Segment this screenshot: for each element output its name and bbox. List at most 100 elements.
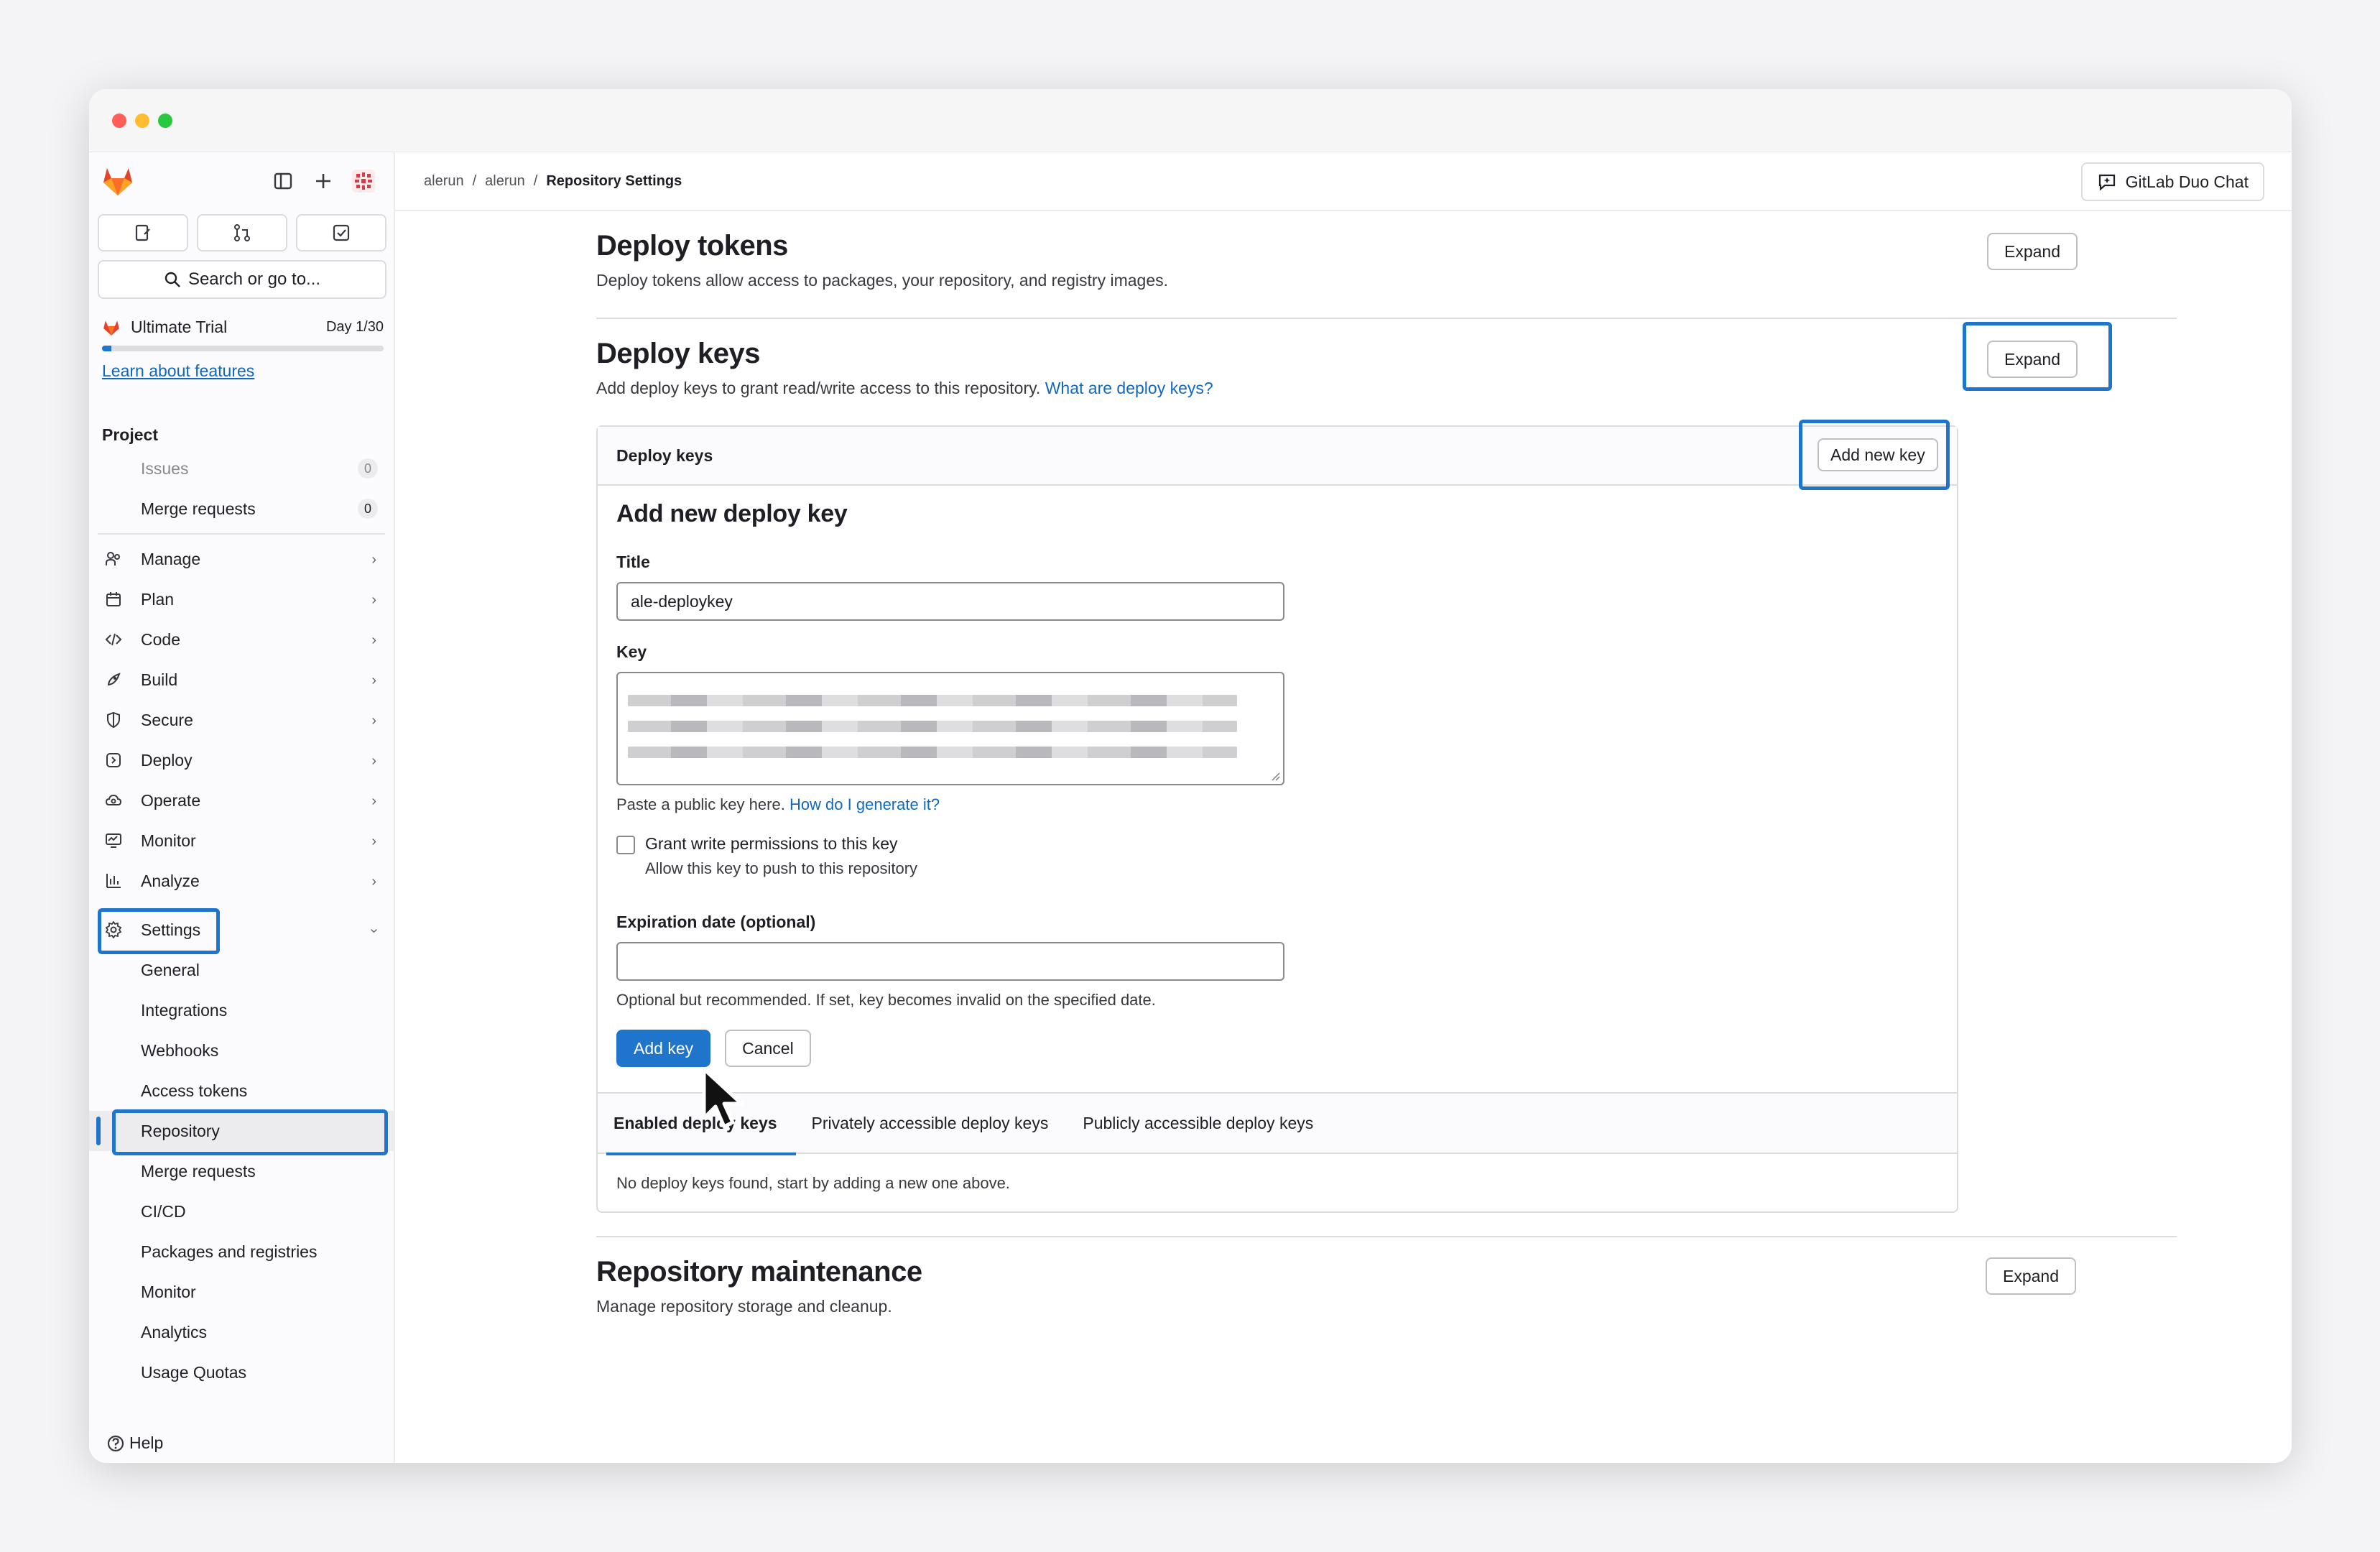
how-to-generate-link[interactable]: How do I generate it? [790,795,940,813]
sidebar-divider [98,533,385,535]
trial-widget: Ultimate Trial Day 1/30 Learn about feat… [102,318,384,381]
sidebar-item-plan[interactable]: Plan › [89,579,394,619]
merge-requests-count-badge: 0 [358,499,378,519]
issues-count-badge: 0 [358,458,378,479]
sidebar-item-label: Analyze [141,871,200,890]
user-avatar-icon[interactable] [349,167,378,195]
sidebar-item-label: Build [141,670,178,689]
deploy-keys-description: Add deploy keys to grant read/write acce… [596,379,1213,397]
todo-list-button[interactable] [296,214,386,251]
sidebar-item-deploy[interactable]: Deploy › [89,740,394,780]
sidebar-item-analyze[interactable]: Analyze › [89,861,394,901]
project-section-label: Project [102,425,158,444]
merge-request-icon [234,224,250,241]
settings-item-monitor[interactable]: Monitor [89,1272,394,1312]
sidebar-item-label: Issues [141,458,189,478]
write-permission-checkbox[interactable] [616,836,635,854]
chevron-right-icon: › [371,793,376,809]
help-button[interactable]: Help [106,1433,163,1453]
add-key-button[interactable]: Add key [616,1030,711,1067]
sidebar-toggle-icon[interactable] [269,167,297,195]
search-label: Search or go to... [187,269,321,289]
minimize-window-button[interactable] [135,114,149,128]
sidebar-item-label: Manage [141,549,201,568]
create-new-icon[interactable] [309,167,338,195]
chevron-right-icon: › [371,753,376,769]
tab-privately-accessible-deploy-keys[interactable]: Privately accessible deploy keys [812,1092,1049,1154]
maximize-window-button[interactable] [158,114,172,128]
merge-requests-button[interactable] [197,214,287,251]
sidebar-item-manage[interactable]: Manage › [89,539,394,579]
sidebar-item-code[interactable]: Code › [89,619,394,660]
code-icon [105,633,122,646]
active-indicator [96,1117,101,1145]
sidebar-item-secure[interactable]: Secure › [89,700,394,740]
tab-enabled-deploy-keys[interactable]: Enabled deploy keys [606,1092,796,1155]
gitlab-duo-chat-button[interactable]: GitLab Duo Chat [2080,162,2264,201]
close-window-button[interactable] [112,114,126,128]
todo-icon [333,224,350,241]
settings-item-webhooks[interactable]: Webhooks [89,1030,394,1071]
tab-publicly-accessible-deploy-keys[interactable]: Publicly accessible deploy keys [1083,1092,1313,1154]
breadcrumb-project[interactable]: alerun [485,173,525,190]
gitlab-logo-icon[interactable] [101,164,135,198]
section-divider [596,318,2177,319]
redacted-key-line [628,747,1237,758]
empty-state-message: No deploy keys found, start by adding a … [616,1174,1010,1192]
sidebar-item-label: Repository [141,1121,220,1140]
monitor-icon [106,833,121,848]
trial-progress-bar [102,346,384,351]
what-are-deploy-keys-link[interactable]: What are deploy keys? [1045,379,1213,397]
help-label: Help [129,1433,164,1452]
chevron-right-icon: › [371,713,376,729]
issues-icon [135,224,150,241]
write-permission-help: Allow this key to push to this repositor… [645,859,918,877]
sidebar-item-issues[interactable]: Issues 0 [89,448,394,489]
settings-item-usage-quotas[interactable]: Usage Quotas [89,1352,394,1392]
sidebar-item-label: Secure [141,710,193,729]
chart-icon [106,874,121,888]
sidebar-top [89,152,394,210]
expiration-label: Expiration date (optional) [616,913,816,931]
gear-icon [105,921,122,938]
add-new-key-button[interactable]: Add new key [1818,438,1938,471]
settings-item-merge-requests[interactable]: Merge requests [89,1151,394,1191]
assigned-issues-button[interactable] [98,214,188,251]
write-permission-row: Grant write permissions to this key Allo… [616,834,1938,878]
form-actions: Add key Cancel [616,1030,1938,1067]
cancel-button[interactable]: Cancel [725,1030,811,1067]
deploy-tokens-title: Deploy tokens [596,230,788,262]
settings-item-general[interactable]: General [89,950,394,990]
sidebar-item-merge-requests[interactable]: Merge requests 0 [89,489,394,529]
resize-handle-icon[interactable] [1270,771,1280,781]
repository-maintenance-expand-button[interactable]: Expand [1986,1257,2077,1295]
sidebar-item-monitor[interactable]: Monitor › [89,821,394,861]
deploy-keys-section: Deploy keys Add deploy keys to grant rea… [596,338,2033,398]
sidebar-item-build[interactable]: Build › [89,660,394,700]
sidebar-item-settings[interactable]: Settings › [89,908,394,954]
settings-item-integrations[interactable]: Integrations [89,990,394,1030]
chevron-right-icon: › [371,592,376,608]
redacted-key-line [628,721,1237,732]
cloud-gear-icon [105,794,122,805]
settings-item-repository[interactable]: Repository [89,1109,394,1155]
search-button[interactable]: Search or go to... [98,260,386,299]
settings-item-packages-and-registries[interactable]: Packages and registries [89,1232,394,1272]
sidebar-nav: Issues 0 Merge requests 0 Manage › Plan … [89,448,394,1392]
title-input[interactable]: ale-deploykey [616,582,1284,621]
deploy-keys-tabs: Enabled deploy keys Privately accessible… [598,1092,1957,1155]
key-textarea[interactable] [616,672,1284,785]
expiration-date-input[interactable] [616,942,1284,981]
settings-item-analytics[interactable]: Analytics [89,1312,394,1352]
settings-item-access-tokens[interactable]: Access tokens [89,1071,394,1111]
title-label: Title [616,553,650,571]
learn-about-features-link[interactable]: Learn about features [102,361,384,381]
settings-item-ci-cd[interactable]: CI/CD [89,1191,394,1232]
breadcrumb-namespace[interactable]: alerun [424,173,464,190]
breadcrumb-current-page[interactable]: Repository Settings [546,173,682,190]
sidebar-item-operate[interactable]: Operate › [89,780,394,821]
chevron-right-icon: › [371,673,376,688]
duo-chat-label: GitLab Duo Chat [2125,172,2249,191]
deploy-tokens-expand-button[interactable]: Expand [1987,233,2078,270]
deploy-keys-expand-button[interactable]: Expand [1987,341,2078,378]
